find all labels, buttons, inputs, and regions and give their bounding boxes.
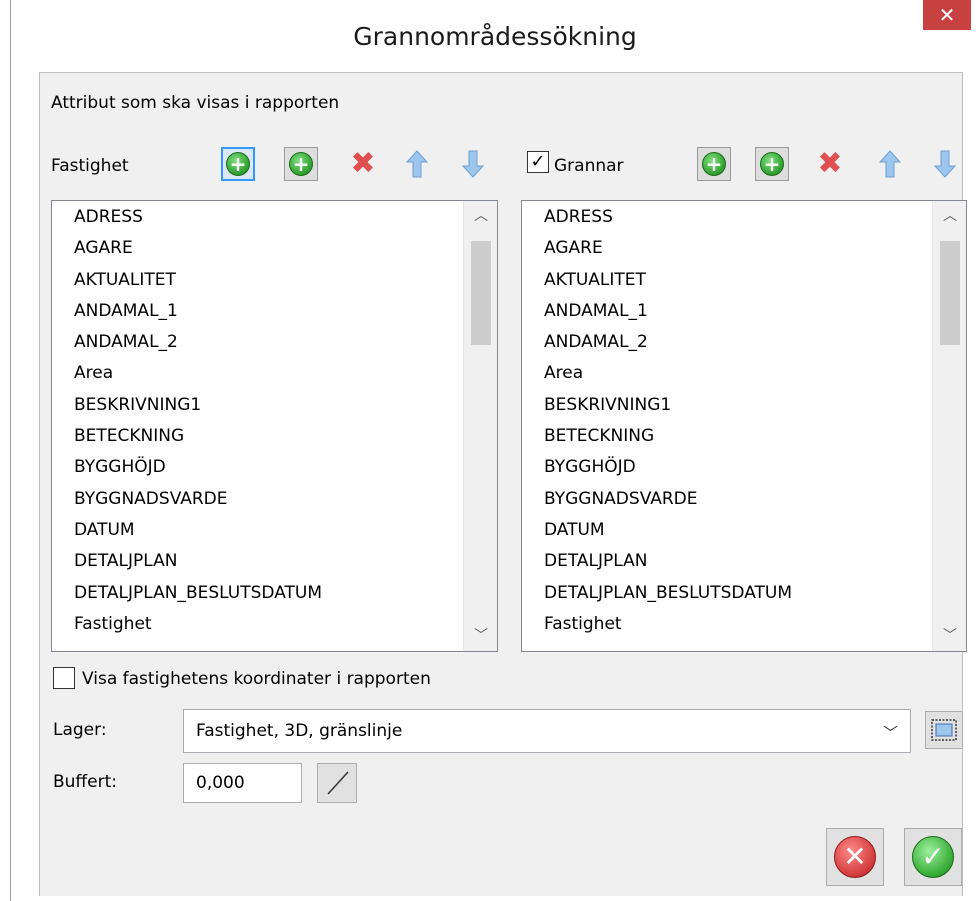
list-item[interactable]: Area (52, 358, 497, 389)
dialog-window: Grannområdessökning ✕ Attribut som ska v… (10, 0, 978, 901)
select-layer-button[interactable] (925, 711, 963, 749)
arrow-down-icon (933, 150, 957, 178)
add-icon: + (760, 152, 784, 176)
list-item[interactable]: DATUM (52, 515, 497, 546)
window-select-icon (931, 719, 957, 741)
add-attribute-button-2[interactable]: + (284, 147, 318, 181)
buffer-input[interactable]: 0,000 (183, 763, 302, 803)
list-items: ADRESS AGARE AKTUALITET ANDAMAL_1 ANDAMA… (52, 201, 497, 640)
list-item[interactable]: DATUM (522, 515, 966, 546)
buffer-value: 0,000 (196, 773, 245, 793)
list-item[interactable]: ADRESS (52, 202, 497, 233)
add-icon: + (226, 152, 250, 176)
report-attributes-label: Attribut som ska visas i rapporten (51, 93, 340, 113)
list-item[interactable]: BYGGNADSVARDE (52, 484, 497, 515)
list-item[interactable]: DETALJPLAN (522, 546, 966, 577)
show-coordinates-checkbox[interactable] (53, 667, 75, 689)
ok-button[interactable]: ✓ (904, 828, 962, 886)
list-items: ADRESS AGARE AKTUALITET ANDAMAL_1 ANDAMA… (522, 201, 966, 640)
list-item[interactable]: Fastighet (52, 609, 497, 640)
move-neighbor-up-button[interactable] (873, 147, 907, 181)
scroll-thumb[interactable] (471, 241, 491, 345)
checkmark-icon: ✓ (530, 151, 546, 172)
scroll-up-icon[interactable]: ︿ (933, 201, 966, 231)
draw-line-button[interactable] (317, 763, 357, 803)
move-down-button[interactable] (456, 147, 490, 181)
title-bar: Grannområdessökning ✕ (11, 0, 978, 72)
add-neighbor-attribute-button-2[interactable]: + (755, 147, 789, 181)
list-item[interactable]: BYGGHÖJD (522, 452, 966, 483)
add-icon: + (702, 152, 726, 176)
list-item[interactable]: BESKRIVNING1 (522, 390, 966, 421)
list-item[interactable]: ANDAMAL_1 (52, 296, 497, 327)
list-item[interactable]: AKTUALITET (52, 265, 497, 296)
ok-icon: ✓ (912, 836, 954, 878)
add-neighbor-attribute-button-1[interactable]: + (697, 147, 731, 181)
list-item[interactable]: BESKRIVNING1 (52, 390, 497, 421)
remove-neighbor-attribute-button[interactable]: ✖ (813, 147, 847, 181)
layer-combobox[interactable]: Fastighet, 3D, gränslinje ﹀ (183, 709, 911, 753)
arrow-down-icon (461, 150, 485, 178)
layer-label: Lager: (53, 720, 107, 740)
arrow-up-icon (878, 150, 902, 178)
list-item[interactable]: DETALJPLAN_BESLUTSDATUM (52, 578, 497, 609)
list-item[interactable]: ANDAMAL_2 (52, 327, 497, 358)
fastighet-attribute-list[interactable]: ADRESS AGARE AKTUALITET ANDAMAL_1 ANDAMA… (51, 200, 498, 652)
buffer-label: Buffert: (53, 772, 117, 792)
chevron-down-icon: ﹀ (882, 724, 898, 742)
scroll-thumb[interactable] (940, 241, 960, 345)
list-item[interactable]: DETALJPLAN_BESLUTSDATUM (522, 578, 966, 609)
show-coordinates-label: Visa fastighetens koordinater i rapporte… (82, 669, 431, 689)
arrow-up-icon (405, 150, 429, 178)
list-item[interactable]: BYGGHÖJD (52, 452, 497, 483)
list-item[interactable]: BETECKNING (522, 421, 966, 452)
list-item[interactable]: DETALJPLAN (52, 546, 497, 577)
close-icon: ✕ (938, 3, 956, 27)
add-attribute-button-1[interactable]: + (221, 147, 255, 181)
fastighet-label: Fastighet (51, 156, 129, 176)
delete-icon: ✖ (817, 146, 843, 181)
grannar-attribute-list[interactable]: ADRESS AGARE AKTUALITET ANDAMAL_1 ANDAMA… (521, 200, 967, 652)
remove-attribute-button[interactable]: ✖ (346, 147, 380, 181)
grannar-checkbox[interactable]: ✓ (527, 151, 549, 173)
cancel-icon: ✕ (834, 836, 876, 878)
list-item[interactable]: AKTUALITET (522, 265, 966, 296)
scroll-down-icon[interactable]: ﹀ (464, 621, 497, 651)
delete-icon: ✖ (350, 146, 376, 181)
vertical-scrollbar[interactable]: ︿ ﹀ (463, 201, 497, 651)
move-up-button[interactable] (400, 147, 434, 181)
move-neighbor-down-button[interactable] (928, 147, 962, 181)
dialog-body: Attribut som ska visas i rapporten Fasti… (39, 72, 967, 896)
grannar-label: Grannar (554, 156, 624, 176)
list-item[interactable]: Area (522, 358, 966, 389)
cancel-button[interactable]: ✕ (826, 828, 884, 886)
list-item[interactable]: ANDAMAL_2 (522, 327, 966, 358)
window-title: Grannområdessökning (353, 22, 637, 51)
close-button[interactable]: ✕ (923, 0, 971, 30)
scroll-up-icon[interactable]: ︿ (464, 201, 497, 231)
list-item[interactable]: AGARE (522, 233, 966, 264)
layer-value: Fastighet, 3D, gränslinje (196, 721, 403, 741)
scroll-down-icon[interactable]: ﹀ (933, 621, 966, 651)
list-item[interactable]: ANDAMAL_1 (522, 296, 966, 327)
line-tool-icon (327, 771, 349, 795)
vertical-scrollbar[interactable]: ︿ ﹀ (932, 201, 966, 651)
list-item[interactable]: ADRESS (522, 202, 966, 233)
list-item[interactable]: Fastighet (522, 609, 966, 640)
add-icon: + (289, 152, 313, 176)
list-item[interactable]: BETECKNING (52, 421, 497, 452)
list-item[interactable]: AGARE (52, 233, 497, 264)
list-item[interactable]: BYGGNADSVARDE (522, 484, 966, 515)
